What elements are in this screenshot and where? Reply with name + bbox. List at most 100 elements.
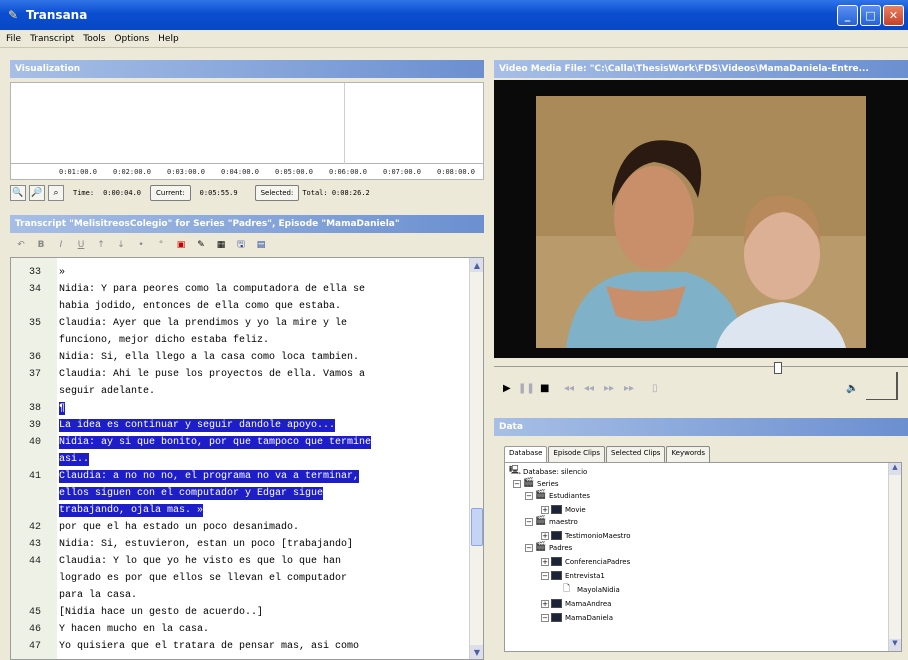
scroll-up-icon[interactable]: ▲ bbox=[889, 463, 901, 475]
line-text[interactable]: seguir adelante. bbox=[59, 385, 155, 398]
line-text[interactable]: asi.. bbox=[59, 453, 90, 466]
minimize-button[interactable]: _ bbox=[837, 5, 858, 26]
line-text[interactable]: [Nidia hace un gesto de acuerdo..] bbox=[59, 606, 263, 619]
line-text[interactable]: logrado es por que ellos se llevan el co… bbox=[59, 572, 347, 585]
fast-forward-icon[interactable]: ▸▸ bbox=[624, 383, 634, 394]
transcript-line[interactable]: 39 La idea es continuar y seguir dandole … bbox=[11, 419, 336, 432]
tab-keywords[interactable]: Keywords bbox=[666, 446, 710, 462]
pause-icon[interactable]: ❚❚ bbox=[518, 383, 535, 394]
transcript-line[interactable]: 46 Y hacen mucho en la casa. bbox=[11, 623, 209, 636]
transcript-line[interactable]: trabajando, ojala mas. » bbox=[11, 504, 204, 517]
maximize-button[interactable]: □ bbox=[860, 5, 881, 26]
transcript-line[interactable]: 38 ¶ bbox=[11, 402, 66, 415]
size-icon[interactable]: ▯ bbox=[652, 383, 658, 394]
line-text[interactable]: Nidia: ay si que bonito, por que tampoco… bbox=[59, 436, 372, 449]
line-text[interactable]: Nidia: Si, ella llego a la casa como loc… bbox=[59, 351, 359, 364]
transcript-line[interactable]: logrado es por que ellos se llevan el co… bbox=[11, 572, 347, 585]
tree-node-testimonio[interactable]: + TestimonioMaestro bbox=[541, 531, 631, 540]
tree-node-padres[interactable]: − 🎬 Padres bbox=[525, 543, 572, 552]
menu-options[interactable]: Options bbox=[114, 34, 149, 44]
line-text[interactable]: » bbox=[59, 266, 65, 279]
stop-icon[interactable]: ■ bbox=[540, 383, 549, 394]
degree-icon[interactable]: ° bbox=[154, 238, 168, 252]
transcript-line[interactable]: seguir adelante. bbox=[11, 385, 155, 398]
line-text[interactable]: La idea es continuar y seguir dandole ap… bbox=[59, 419, 336, 432]
database-tree[interactable]: 🖳 Database: silencio − 🎬 Series − 🎬 Estudiant… bbox=[504, 462, 902, 652]
tree-node-movie[interactable]: + Movie bbox=[541, 505, 586, 514]
expand-icon[interactable]: + bbox=[541, 531, 549, 540]
line-text[interactable]: Yo quisiera que el tratara de pensar mas… bbox=[59, 640, 359, 653]
rising-intonation-icon[interactable]: ↑ bbox=[94, 238, 108, 252]
transcript-line[interactable]: habia jodido, entonces de ella como que … bbox=[11, 300, 341, 313]
menu-help[interactable]: Help bbox=[158, 34, 179, 44]
line-text[interactable]: habia jodido, entonces de ella como que … bbox=[59, 300, 341, 313]
transcript-editor[interactable]: 33 » 34 Nidia: Y para peores como la comput… bbox=[10, 257, 484, 660]
expand-icon[interactable]: + bbox=[541, 557, 549, 566]
line-text[interactable]: Claudia: Ahi le puse los proyectos de el… bbox=[59, 368, 365, 381]
expand-icon[interactable]: + bbox=[541, 599, 549, 608]
transcript-line[interactable]: 34 Nidia: Y para peores como la computado… bbox=[11, 283, 365, 296]
line-text[interactable]: Nidia: Y para peores como la computadora… bbox=[59, 283, 365, 296]
show-codes-icon[interactable]: ✎ bbox=[194, 238, 208, 252]
tree-node-transcript[interactable]: 🗋 MayolaNidia bbox=[563, 585, 620, 594]
expand-icon[interactable]: + bbox=[541, 505, 549, 514]
line-text[interactable]: Claudia: Ayer que la prendimos y yo la m… bbox=[59, 317, 347, 330]
transcript-line[interactable]: 36 Nidia: Si, ella llego a la casa como l… bbox=[11, 351, 359, 364]
tab-database[interactable]: Database bbox=[504, 446, 548, 462]
zoom-in-icon[interactable]: 🔍 bbox=[10, 185, 26, 201]
italic-icon[interactable]: I bbox=[54, 238, 68, 252]
line-text[interactable]: ellos siguen con el computador y Edgar s… bbox=[59, 487, 324, 500]
properties-icon[interactable]: ▤ bbox=[254, 238, 268, 252]
video-frame[interactable] bbox=[536, 96, 866, 348]
collapse-icon[interactable]: − bbox=[525, 543, 533, 552]
zoom-reset-icon[interactable]: ⌕ bbox=[48, 185, 64, 201]
tree-node-entrevista[interactable]: − Entrevista1 bbox=[541, 571, 605, 580]
transcript-line[interactable]: 33 » bbox=[11, 266, 65, 279]
zoom-out-icon[interactable]: 🔎 bbox=[29, 185, 45, 201]
transcript-line[interactable]: 45 [Nidia hace un gesto de acuerdo..] bbox=[11, 606, 263, 619]
bold-icon[interactable]: B bbox=[34, 238, 48, 252]
tab-selected-clips[interactable]: Selected Clips bbox=[606, 446, 666, 462]
selected-button[interactable]: Selected: bbox=[254, 185, 300, 201]
transcript-line[interactable]: asi.. bbox=[11, 453, 90, 466]
line-text[interactable]: ¶ bbox=[59, 402, 66, 415]
tree-node-conferencia[interactable]: + ConferenciaPadres bbox=[541, 557, 630, 566]
read-only-icon[interactable]: ▦ bbox=[214, 238, 228, 252]
undo-icon[interactable]: ↶ bbox=[14, 238, 28, 252]
transcript-scrollbar[interactable]: ▲ ▼ bbox=[469, 258, 483, 659]
step-forward-icon[interactable]: ▸▸ bbox=[604, 383, 614, 394]
menu-transcript[interactable]: Transcript bbox=[30, 34, 74, 44]
tree-node-mamaandrea[interactable]: + MamaAndrea bbox=[541, 599, 611, 608]
collapse-icon[interactable]: − bbox=[541, 571, 549, 580]
line-text[interactable]: Claudia: a no no no, el programa no va a… bbox=[59, 470, 360, 483]
tree-node-series[interactable]: − 🎬 Series bbox=[513, 479, 559, 488]
transcript-line[interactable]: 42 por que el ha estado un poco desanimad… bbox=[11, 521, 299, 534]
tree-node-estudiantes[interactable]: − 🎬 Estudiantes bbox=[525, 491, 590, 500]
collapse-icon[interactable]: − bbox=[541, 613, 549, 622]
scroll-down-icon[interactable]: ▼ bbox=[470, 645, 483, 659]
scroll-up-icon[interactable]: ▲ bbox=[470, 258, 483, 272]
transcript-line[interactable]: ellos siguen con el computador y Edgar s… bbox=[11, 487, 324, 500]
transcript-line[interactable]: 40 Nidia: ay si que bonito, por que tampo… bbox=[11, 436, 372, 449]
menu-tools[interactable]: Tools bbox=[83, 34, 105, 44]
play-icon[interactable]: ▶ bbox=[503, 383, 511, 394]
scroll-thumb[interactable] bbox=[471, 508, 483, 546]
tree-node-maestro[interactable]: − 🎬 maestro bbox=[525, 517, 578, 526]
transcript-line[interactable]: 41 Claudia: a no no no, el programa no va… bbox=[11, 470, 360, 483]
menu-file[interactable]: File bbox=[6, 34, 21, 44]
tree-scrollbar[interactable]: ▲ ▼ bbox=[888, 463, 901, 651]
line-text[interactable]: Nidia: Si, estuvieron, estan un poco [tr… bbox=[59, 538, 353, 551]
position-slider-thumb[interactable] bbox=[774, 362, 782, 374]
line-text[interactable]: por que el ha estado un poco desanimado. bbox=[59, 521, 299, 534]
dot-icon[interactable]: • bbox=[134, 238, 148, 252]
current-button[interactable]: Current: bbox=[150, 185, 191, 201]
tree-node-database[interactable]: 🖳 Database: silencio bbox=[509, 467, 587, 476]
tree-node-mamadaniela[interactable]: − MamaDaniela bbox=[541, 613, 613, 622]
transcript-line[interactable]: funciono, mejor dicho estaba feliz. bbox=[11, 334, 269, 347]
scroll-down-icon[interactable]: ▼ bbox=[889, 639, 901, 651]
transcript-line[interactable]: 47 Yo quisiera que el tratara de pensar m… bbox=[11, 640, 359, 653]
collapse-icon[interactable]: − bbox=[513, 479, 521, 488]
line-text[interactable]: Y hacen mucho en la casa. bbox=[59, 623, 209, 636]
volume-slider[interactable] bbox=[866, 372, 898, 400]
line-text[interactable]: Claudia: Y lo que yo he visto es que lo … bbox=[59, 555, 341, 568]
